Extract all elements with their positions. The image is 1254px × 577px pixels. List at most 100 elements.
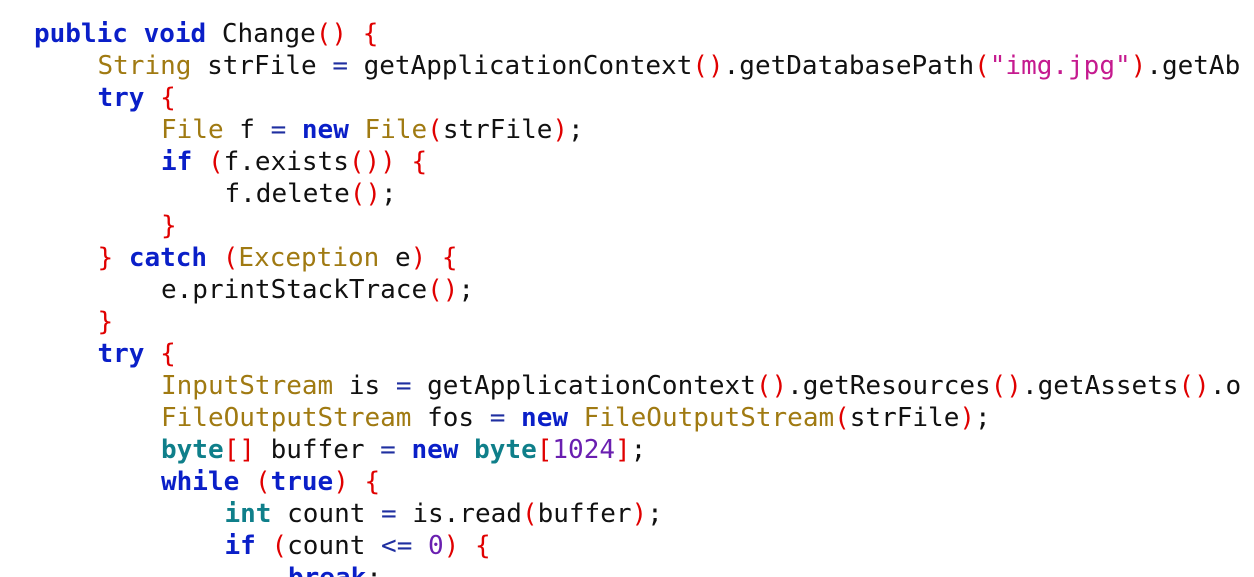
code-token: f [223,115,271,145]
code-token: f.exists [223,147,349,177]
code-token: ) [959,403,976,433]
code-line: File f = new File(strFile); [161,114,584,146]
code-token: ( [271,531,288,561]
code-token: ; [381,179,397,209]
code-token: f.delete [224,179,350,209]
code-token: ; [975,403,991,433]
code-token: () [990,371,1022,401]
code-token: new [521,403,569,433]
code-token: InputStream [161,371,334,401]
code-token: is.read [396,499,522,529]
code-token: () [755,371,788,401]
code-token: ( [222,243,239,273]
code-token: ; [366,563,382,577]
code-token: = [395,371,412,401]
code-token: 1024 [552,435,616,465]
code-token: = [381,499,397,529]
code-token: ( [521,499,538,529]
code-token: () [692,51,724,81]
code-token: () [315,19,348,49]
code-token: ; [568,115,584,145]
code-line: if (f.exists()) { [161,146,427,178]
code-token: () [1178,371,1210,401]
code-token: ( [427,115,443,145]
code-token: fos [411,403,490,433]
code-token: strFile [442,115,553,145]
code-token: Change [206,19,316,49]
code-token: ( [974,51,990,81]
code-token: = [332,51,348,81]
code-token: buffer [254,435,381,465]
code-token: void [143,19,207,49]
code-token: ) [333,467,349,497]
code-token: e.printStackTrace [161,275,428,305]
code-token: if [161,147,193,177]
code-token: { [441,243,458,273]
code-line: while (true) { [161,466,380,498]
code-token: ) [552,115,569,145]
code-token: true [270,467,334,497]
code-token: .getResources [787,371,991,401]
code-token: ) [443,531,460,561]
code-token: is [333,371,396,401]
code-token: getApplicationContext [347,51,693,81]
code-token: public [34,19,128,49]
code-token: byte [474,435,537,465]
code-editor[interactable]: public void Change() {String strFile = g… [0,0,1254,577]
code-token: ( [834,403,850,433]
code-token: <= [381,531,413,561]
code-line: public void Change() { [34,18,378,50]
code-token: Exception [238,243,380,273]
code-line: int count = is.read(buffer); [225,498,663,530]
code-token: new [411,435,459,465]
code-token: ) [1130,51,1147,81]
code-line: if (count <= 0) { [225,530,491,562]
code-token: .getAssets [1021,371,1179,401]
code-token: if [224,531,256,561]
code-token: = [489,403,506,433]
code-token: } [161,211,177,241]
code-token: buffer [537,499,632,529]
code-token: int [224,499,272,529]
code-token: new [301,115,349,145]
code-line: e.printStackTrace(); [161,274,474,306]
code-token: } [97,307,114,337]
code-token: File [161,115,224,145]
code-line: byte[] buffer = new byte[1024]; [161,434,646,466]
code-line: break; [288,562,382,577]
code-token: () [349,179,382,209]
code-line: InputStream is = getApplicationContext()… [161,370,1241,402]
code-token: count [287,531,382,561]
code-line: } [161,210,177,242]
code-token: FileOutputStream [583,403,835,433]
code-token: "img.jpg" [989,51,1131,81]
code-token: byte [161,435,224,465]
code-token: try [97,83,145,113]
code-token: ( [254,467,271,497]
code-token: ; [647,499,663,529]
code-token: .o [1209,371,1242,401]
code-token: getApplicationContext [411,371,756,401]
code-line: f.delete(); [225,178,397,210]
code-token: = [270,115,287,145]
code-token: ; [458,275,475,305]
code-token: File [364,115,428,145]
code-token: ( [207,147,224,177]
code-token: .getAb [1146,51,1241,81]
code-token: strFile [849,403,960,433]
